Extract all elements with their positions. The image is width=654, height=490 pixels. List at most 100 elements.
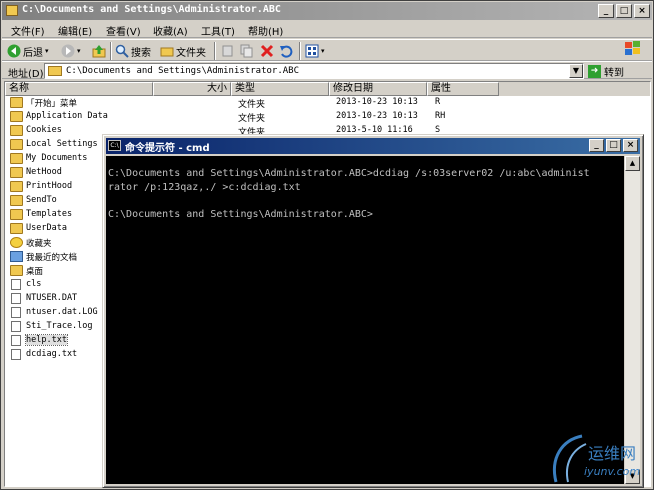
address-input[interactable]: C:\Documents and Settings\Administrator.… (44, 63, 584, 79)
cmd-maximize-button[interactable]: □ (606, 139, 621, 152)
address-value: C:\Documents and Settings\Administrator.… (66, 66, 299, 76)
up-folder-icon (92, 45, 106, 58)
cmd-close-button[interactable]: × (623, 139, 638, 152)
address-label: 地址(D) (8, 69, 44, 80)
file-row[interactable]: Application Data 文件夹 2013-10-23 10:13 RH (7, 110, 647, 124)
watermark-en: iyunv.com (584, 465, 641, 478)
maximize-button[interactable]: □ (616, 4, 632, 18)
column-header-name[interactable]: 名称 (5, 82, 153, 96)
toolbar-divider (110, 42, 112, 60)
folder-icon (48, 66, 62, 76)
file-name: dcdiag.txt (26, 349, 78, 359)
folder-icon (10, 153, 23, 164)
undo-button[interactable] (279, 43, 293, 59)
menu-file[interactable]: 文件(F) (11, 23, 45, 38)
back-button[interactable]: 后退 ▾ (7, 43, 49, 59)
chevron-down-icon: ▼ (572, 66, 580, 75)
file-name: NetHood (26, 167, 62, 177)
column-header-type[interactable]: 类型 (231, 82, 329, 96)
scroll-up-button[interactable]: ▲ (625, 156, 640, 171)
file-icon (11, 279, 21, 290)
folder-icon (10, 125, 23, 136)
toolbar: 后退 ▾ ▾ 搜索 文件夹 ▾ (2, 39, 652, 61)
back-arrow-icon (7, 44, 21, 58)
text-file-icon (11, 349, 21, 360)
file-type: 文件夹 (238, 114, 266, 124)
file-name: 桌面 (26, 267, 44, 277)
file-name: UserData (26, 223, 67, 233)
search-button[interactable]: 搜索 (115, 43, 151, 59)
menu-favorites[interactable]: 收藏(A) (153, 23, 188, 38)
toolbar-divider (214, 42, 216, 60)
file-date: 2013-10-23 10:13 (336, 111, 418, 121)
cmd-line: C:\Documents and Settings\Administrator.… (108, 208, 373, 220)
file-attributes: R (435, 97, 441, 107)
file-name: Sti_Trace.log (26, 321, 93, 331)
forward-button[interactable]: ▾ (61, 43, 81, 59)
cmd-line (108, 194, 624, 208)
views-button[interactable]: ▾ (305, 43, 325, 59)
chevron-down-icon: ▾ (77, 47, 81, 55)
file-name: Templates (26, 209, 73, 219)
folder-icon (10, 265, 23, 276)
file-date: 2013-10-23 10:13 (336, 97, 418, 107)
recent-docs-icon (10, 251, 23, 262)
cmd-titlebar[interactable]: C:\ 命令提示符 - cmd _ □ × (106, 138, 640, 154)
chevron-down-icon: ▾ (321, 47, 325, 55)
file-name: PrintHood (26, 181, 73, 191)
cmd-line: rator /p:123qaz,./ >c:dcdiag.txt (108, 181, 301, 193)
menu-edit[interactable]: 编辑(E) (58, 23, 92, 38)
file-row[interactable]: 「开始」菜单 文件夹 2013-10-23 10:13 R (7, 96, 647, 110)
menu-tools[interactable]: 工具(T) (201, 23, 235, 38)
back-label: 后退 (23, 47, 43, 59)
menu-bar: 文件(F) 编辑(E) 查看(V) 收藏(A) 工具(T) 帮助(H) (2, 21, 652, 55)
cmd-icon: C:\ (108, 140, 121, 151)
explorer-titlebar[interactable]: C:\Documents and Settings\Administrator.… (2, 2, 652, 20)
menu-view[interactable]: 查看(V) (106, 23, 141, 38)
file-type: 文件夹 (238, 100, 266, 110)
chevron-down-icon: ▾ (45, 47, 49, 55)
file-name: My Documents (26, 153, 88, 163)
file-name: help.txt (25, 334, 68, 346)
go-arrow-icon: ➜ (588, 64, 601, 78)
folder-icon (10, 209, 23, 220)
file-name: 我最近的文档 (26, 253, 78, 263)
copy-to-icon (240, 44, 253, 58)
up-folder-button[interactable] (92, 43, 106, 59)
delete-button[interactable] (260, 43, 274, 59)
file-name: 收藏夹 (26, 239, 52, 249)
copy-to-button[interactable] (240, 43, 254, 59)
search-icon (115, 44, 129, 58)
undo-icon (280, 45, 293, 58)
file-name: cls (26, 279, 42, 289)
file-icon (11, 307, 21, 318)
move-to-button[interactable] (221, 43, 235, 59)
menu-help[interactable]: 帮助(H) (248, 23, 283, 38)
folders-label: 文件夹 (176, 47, 206, 59)
folder-icon (10, 139, 23, 150)
favorites-star-icon (10, 237, 23, 248)
address-dropdown-button[interactable]: ▼ (569, 64, 583, 78)
column-header-modified[interactable]: 修改日期 (329, 82, 427, 96)
address-bar: 地址(D) C:\Documents and Settings\Administ… (2, 61, 652, 80)
delete-x-icon (260, 44, 274, 58)
column-header-size[interactable]: 大小 (153, 82, 231, 96)
folders-button[interactable]: 文件夹 (160, 43, 206, 59)
views-grid-icon (305, 44, 319, 58)
close-button[interactable]: × (634, 4, 650, 18)
file-name: 「开始」菜单 (26, 99, 78, 109)
file-name: Cookies (26, 125, 62, 135)
file-name: Application Data (26, 111, 108, 121)
minimize-button[interactable]: _ (598, 4, 614, 18)
file-icon (11, 321, 21, 332)
toolbar-divider (299, 42, 301, 60)
cmd-line: C:\Documents and Settings\Administrator.… (108, 168, 590, 179)
column-header-attributes[interactable]: 属性 (427, 82, 499, 96)
folder-icon (10, 181, 23, 192)
column-headers: 名称 大小 类型 修改日期 属性 (5, 82, 650, 96)
cmd-minimize-button[interactable]: _ (589, 139, 604, 152)
cmd-title: 命令提示符 - cmd (125, 143, 210, 154)
go-button[interactable]: ➜ 转到 (588, 63, 650, 79)
window-title: C:\Documents and Settings\Administrator.… (22, 4, 281, 15)
file-name: NTUSER.DAT (26, 293, 78, 303)
